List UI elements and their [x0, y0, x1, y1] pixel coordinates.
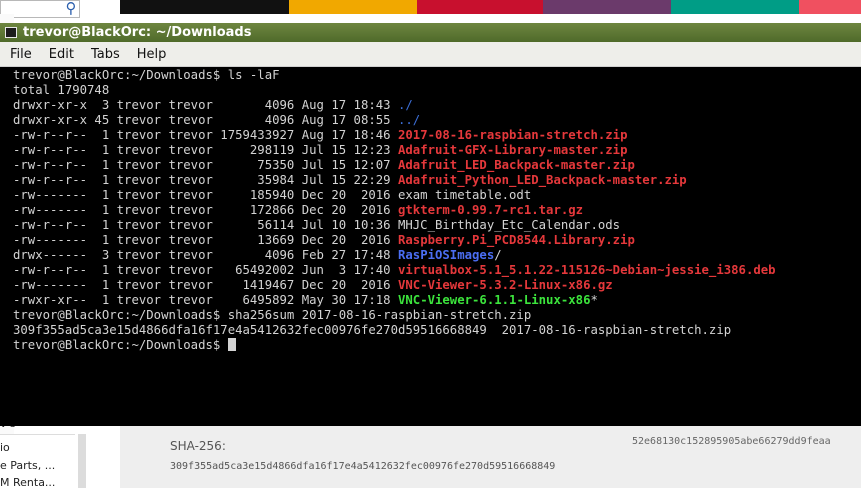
terminal-line: -rw-r--r-- 1 trevor trevor 1759433927 Au… [13, 128, 628, 143]
color-stripe [289, 0, 418, 14]
terminal-text: gtkterm-0.99.7-rc1.tar.gz [397, 203, 584, 217]
list-item[interactable]: io [0, 441, 10, 454]
terminal-line: -rw------- 1 trevor trevor 172866 Dec 20… [13, 203, 583, 218]
terminal-line: drwxr-xr-x 45 trevor trevor 4096 Aug 17 … [13, 113, 420, 128]
terminal-text: -rw-r--r-- 1 trevor trevor 65492002 Jun … [13, 263, 398, 277]
terminal-text: virtualbox-5.1_5.1.22-115126~Debian~jess… [397, 263, 776, 277]
terminal-line: -rw-r--r-- 1 trevor trevor 75350 Jul 15 … [13, 158, 635, 173]
terminal-line: drwxr-xr-x 3 trevor trevor 4096 Aug 17 1… [13, 98, 413, 113]
sha-value-top: 52e68130c152895905abe66279dd9feaa [632, 436, 831, 447]
sidebar-list: io e Parts, ... M Renta... [0, 434, 75, 489]
terminal-line: -rw------- 1 trevor trevor 185940 Dec 20… [13, 188, 531, 203]
terminal-line: trevor@BlackOrc:~/Downloads$ [13, 338, 236, 353]
terminal-line: trevor@BlackOrc:~/Downloads$ sha256sum 2… [13, 308, 531, 323]
terminal-icon [5, 27, 17, 38]
terminal-text: Raspberry.Pi_PCD8544.Library.zip [397, 233, 635, 247]
list-item[interactable]: M Renta... [0, 476, 55, 489]
terminal-text: Adafruit_LED_Backpack-master.zip [397, 158, 635, 172]
terminal-text: VNC-Viewer-5.3.2-Linux-x86.gz [397, 278, 613, 292]
search-icon[interactable]: ⚲ [61, 0, 81, 18]
color-stripe [543, 0, 672, 14]
terminal-text: 309f355ad5ca3e15d4866dfa16f17e4a5412632f… [13, 323, 732, 337]
terminal-text: -rw------- 1 trevor trevor 185940 Dec 20… [13, 188, 532, 202]
terminal-output[interactable]: trevor@BlackOrc:~/Downloads$ ls -laF tota… [10, 67, 861, 426]
menu-tabs[interactable]: Tabs [89, 45, 122, 64]
page-scrollbar[interactable] [78, 434, 86, 488]
terminal-line: -rw------- 1 trevor trevor 1419467 Dec 2… [13, 278, 613, 293]
terminal-text: / [494, 248, 502, 262]
terminal-line: total 1790748 [13, 83, 109, 98]
menu-file[interactable]: File [8, 45, 34, 64]
terminal-text: Adafruit_Python_LED_Backpack-master.zip [397, 173, 687, 187]
terminal-text: -rw------- 1 trevor trevor 13669 Dec 20 … [13, 233, 398, 247]
terminal-window[interactable]: trevor@BlackOrc: ~/Downloads File Edit T… [0, 23, 861, 426]
terminal-line: -rw-r--r-- 1 trevor trevor 298119 Jul 15… [13, 143, 628, 158]
color-stripe [417, 0, 544, 14]
terminal-text: -rw-r--r-- 1 trevor trevor 35984 Jul 15 … [13, 173, 398, 187]
terminal-text: VNC-Viewer-6.1.1-Linux-x86 [397, 293, 591, 307]
window-title: trevor@BlackOrc: ~/Downloads [23, 25, 252, 40]
terminal-text: trevor@BlackOrc:~/Downloads$ ls -laF [13, 68, 280, 82]
terminal-text: total 1790748 [13, 83, 110, 97]
terminal-scrollbar[interactable] [849, 67, 861, 426]
menu-edit[interactable]: Edit [47, 45, 76, 64]
terminal-cursor [227, 338, 236, 351]
menu-bar: File Edit Tabs Help [0, 42, 861, 67]
terminal-text: -rwxr-xr-- 1 trevor trevor 6495892 May 3… [13, 293, 398, 307]
terminal-text: ./ [397, 98, 413, 112]
terminal-text: RasPiOSImages [397, 248, 495, 262]
terminal-text: -rw-r--r-- 1 trevor trevor 75350 Jul 15 … [13, 158, 398, 172]
color-stripe [671, 0, 800, 14]
terminal-text: Adafruit-GFX-Library-master.zip [397, 143, 628, 157]
terminal-text: drwxr-xr-x 3 trevor trevor 4096 Aug 17 1… [13, 98, 398, 112]
terminal-line: -rw-r--r-- 1 trevor trevor 35984 Jul 15 … [13, 173, 687, 188]
terminal-line: trevor@BlackOrc:~/Downloads$ ls -laF [13, 68, 280, 83]
terminal-text: -rw------- 1 trevor trevor 1419467 Dec 2… [13, 278, 398, 292]
terminal-text: drwxr-xr-x 45 trevor trevor 4096 Aug 17 … [13, 113, 398, 127]
terminal-text: 2017-08-16-raspbian-stretch.zip [397, 128, 628, 142]
sha-value: 309f355ad5ca3e15d4866dfa16f17e4a5412632f… [170, 461, 556, 472]
window-titlebar[interactable]: trevor@BlackOrc: ~/Downloads [0, 23, 861, 42]
terminal-line: drwx------ 3 trevor trevor 4096 Feb 27 1… [13, 248, 502, 263]
terminal-text: * [590, 293, 598, 307]
color-stripe [120, 0, 290, 14]
sha-label: SHA-256: [170, 439, 226, 453]
terminal-text: -rw------- 1 trevor trevor 172866 Dec 20… [13, 203, 398, 217]
terminal-text: trevor@BlackOrc:~/Downloads$ sha256sum 2… [13, 308, 532, 322]
terminal-text: -rw-r--r-- 1 trevor trevor 56114 Jul 10 … [13, 218, 621, 232]
terminal-line: -rw-r--r-- 1 trevor trevor 65492002 Jun … [13, 263, 776, 278]
terminal-text: -rw-r--r-- 1 trevor trevor 298119 Jul 15… [13, 143, 398, 157]
list-item[interactable]: e Parts, ... [0, 459, 55, 472]
terminal-text: ../ [397, 113, 421, 127]
terminal-text: drwx------ 3 trevor trevor 4096 Feb 27 1… [13, 248, 398, 262]
terminal-text: -rw-r--r-- 1 trevor trevor 1759433927 Au… [13, 128, 398, 142]
terminal-line: 309f355ad5ca3e15d4866dfa16f17e4a5412632f… [13, 323, 731, 338]
menu-help[interactable]: Help [135, 45, 169, 64]
terminal-text: trevor@BlackOrc:~/Downloads$ [13, 338, 228, 352]
site-color-stripes [120, 0, 861, 14]
terminal-line: -rw-r--r-- 1 trevor trevor 56114 Jul 10 … [13, 218, 620, 233]
color-stripe [799, 0, 861, 14]
terminal-line: -rw------- 1 trevor trevor 13669 Dec 20 … [13, 233, 635, 248]
terminal-line: -rwxr-xr-- 1 trevor trevor 6495892 May 3… [13, 293, 598, 308]
